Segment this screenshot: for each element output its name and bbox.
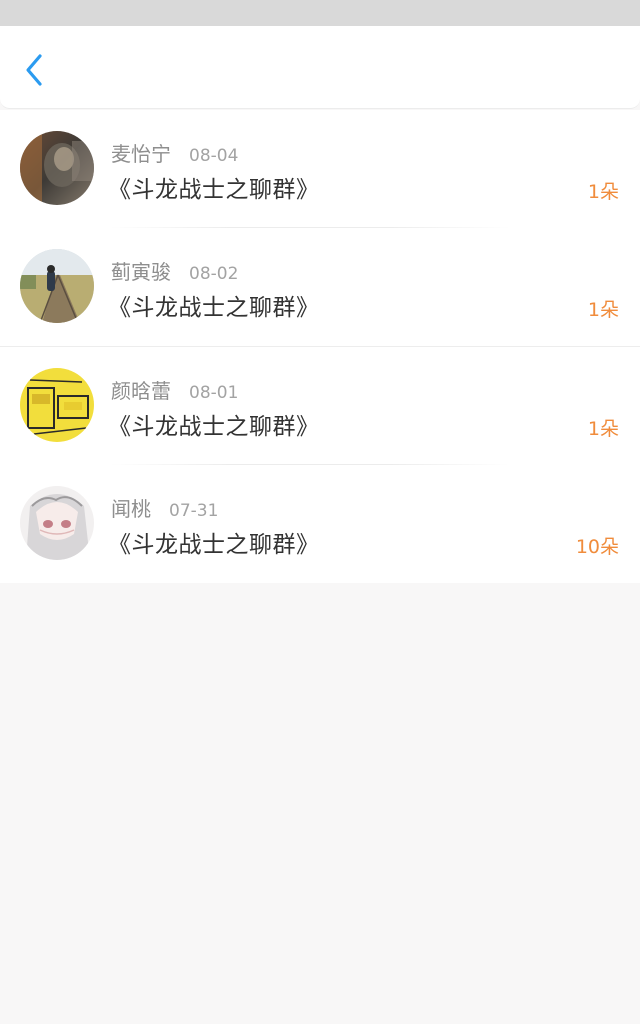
work-title: 《斗龙战士之聊群》	[108, 295, 320, 321]
list-item[interactable]: 闻桃 07-31 《斗龙战士之聊群》 10朵	[0, 465, 640, 583]
sender-name: 蓟寅骏	[111, 260, 171, 284]
send-date: 08-04	[189, 146, 239, 166]
avatar[interactable]	[20, 368, 94, 442]
send-date: 07-31	[169, 501, 219, 521]
sender-name: 颜晗蕾	[111, 379, 171, 403]
status-bar	[0, 0, 640, 26]
list-item[interactable]: 麦怡宁 08-04 《斗龙战士之聊群》 1朵	[0, 110, 640, 228]
list-item[interactable]: 蓟寅骏 08-02 《斗龙战士之聊群》 1朵	[0, 228, 640, 347]
gift-record-list: 麦怡宁 08-04 《斗龙战士之聊群》 1朵 蓟寅骏 08-02 《斗龙战士之聊…	[0, 110, 640, 583]
back-button[interactable]	[16, 50, 52, 90]
sender-name: 麦怡宁	[111, 142, 171, 166]
send-date: 08-02	[189, 264, 239, 284]
work-title: 《斗龙战士之聊群》	[108, 177, 320, 203]
avatar[interactable]	[20, 249, 94, 323]
avatar[interactable]	[20, 486, 94, 560]
sender-name: 闻桃	[111, 497, 151, 521]
list-item[interactable]: 颜晗蕾 08-01 《斗龙战士之聊群》 1朵	[0, 347, 640, 465]
navigation-bar	[0, 26, 640, 109]
work-title: 《斗龙战士之聊群》	[108, 532, 320, 558]
chevron-left-icon	[26, 54, 42, 86]
flower-count: 1朵	[587, 418, 619, 440]
work-title: 《斗龙战士之聊群》	[108, 414, 320, 440]
flower-count: 1朵	[587, 181, 619, 203]
flower-count: 1朵	[587, 299, 619, 321]
avatar[interactable]	[20, 131, 94, 205]
send-date: 08-01	[189, 383, 239, 403]
flower-count: 10朵	[575, 536, 619, 558]
